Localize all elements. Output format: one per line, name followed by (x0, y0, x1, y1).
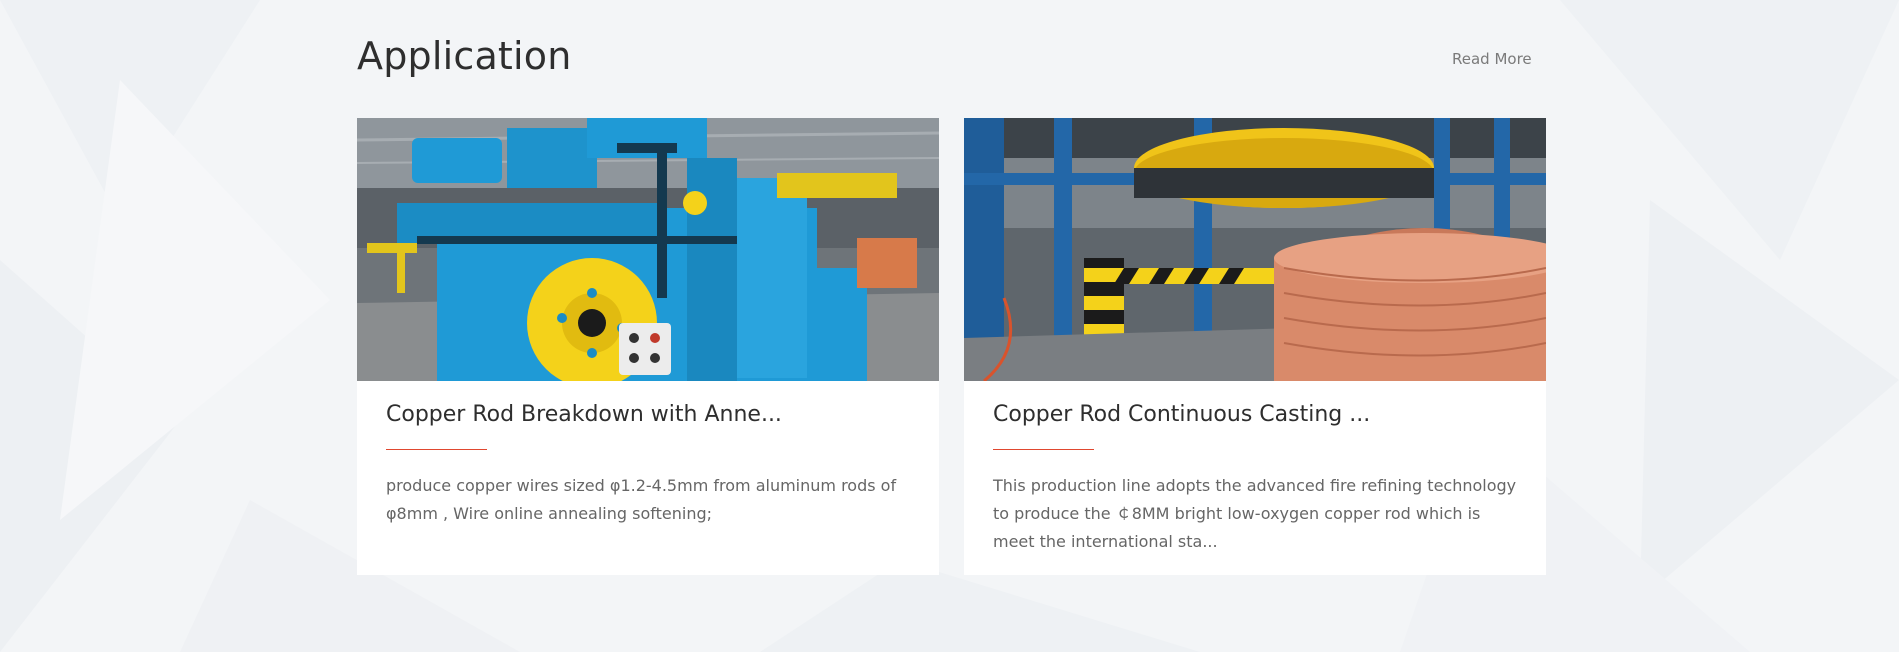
card-image-breakdown-machine[interactable] (357, 118, 939, 381)
card-image-continuous-casting[interactable] (964, 118, 1546, 381)
card-description: This production line adopts the advanced… (993, 476, 1517, 551)
title-underline (386, 449, 487, 450)
application-section: Application Read More Copper Rod Breakdo… (357, 0, 1547, 652)
card-description: produce copper wires sized φ1.2-4.5mm fr… (386, 476, 897, 523)
read-more-link[interactable]: Read More (1452, 50, 1532, 68)
section-title: Application (357, 34, 572, 78)
title-underline (993, 449, 1094, 450)
card-title[interactable]: Copper Rod Breakdown with Anne... (386, 402, 782, 427)
application-card[interactable]: Copper Rod Continuous Casting ... This p… (964, 118, 1546, 575)
card-title[interactable]: Copper Rod Continuous Casting ... (993, 402, 1370, 427)
application-card[interactable]: Copper Rod Breakdown with Anne... produc… (357, 118, 939, 575)
